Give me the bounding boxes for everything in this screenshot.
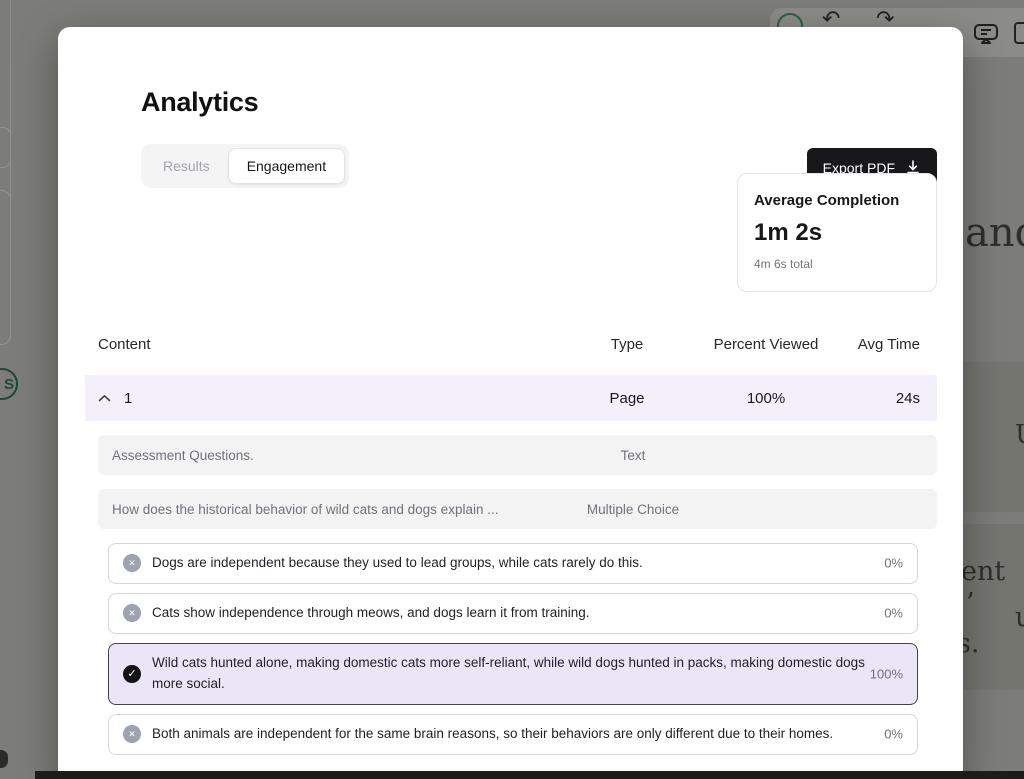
answer-option-percent: 0%: [884, 727, 903, 742]
answer-option-text: Dogs are independent because they used t…: [152, 553, 643, 574]
answer-option[interactable]: ✕ Dogs are independent because they used…: [108, 543, 918, 584]
answer-option-text: Both animals are independent for the sam…: [152, 724, 833, 745]
comment-icon[interactable]: [972, 20, 1000, 53]
answer-option-percent: 0%: [884, 606, 903, 621]
tab-engagement[interactable]: Engagement: [228, 148, 345, 184]
chevron-up-icon[interactable]: [98, 394, 111, 403]
summary-card-value: 1m 2s: [754, 219, 920, 247]
summary-card-subtext: 4m 6s total: [754, 257, 920, 271]
background-text-fragment: U: [1015, 420, 1024, 450]
modal-title: Analytics: [141, 87, 258, 118]
answer-option-text: Cats show independence through meows, an…: [152, 603, 590, 624]
question-row[interactable]: How does the historical behavior of wild…: [98, 489, 937, 529]
background-text-fragment: ’: [966, 588, 975, 619]
background-panel-box: [0, 127, 11, 168]
page-row[interactable]: 1 Page 100% 24s: [85, 375, 937, 421]
question-type: Multiple Choice: [533, 502, 733, 517]
page-row-avg-time: 24s: [835, 390, 937, 407]
header-avg-time: Avg Time: [835, 336, 937, 353]
clipped-toolbar-icon: [1014, 22, 1024, 44]
answer-option-text: Wild cats hunted alone, making domestic …: [152, 653, 867, 695]
header-content: Content: [85, 336, 557, 353]
page-row-index: 1: [124, 390, 132, 407]
question-label: How does the historical behavior of wild…: [98, 502, 533, 517]
answer-option-correct[interactable]: ✓ Wild cats hunted alone, making domesti…: [108, 643, 918, 705]
bottom-dark-bar: [35, 771, 1024, 779]
page-row-percent: 100%: [697, 390, 835, 407]
background-dark-pill: [0, 750, 8, 768]
correct-check-icon: ✓: [123, 665, 141, 683]
analytics-modal: Analytics Results Engagement Export PDF …: [58, 27, 963, 779]
tab-results[interactable]: Results: [145, 148, 228, 184]
answer-option[interactable]: ✕ Cats show independence through meows, …: [108, 593, 918, 634]
content-item-label: Assessment Questions.: [98, 448, 533, 463]
summary-card-title: Average Completion: [754, 192, 920, 209]
background-panel-box: [0, 190, 11, 345]
page-row-type: Page: [557, 390, 697, 407]
answer-option-percent: 100%: [870, 666, 903, 681]
answer-option-percent: 0%: [884, 556, 903, 571]
incorrect-x-icon: ✕: [123, 725, 141, 743]
background-text-fragment: u: [1015, 602, 1024, 633]
header-type: Type: [557, 336, 697, 353]
average-completion-card: Average Completion 1m 2s 4m 6s total: [737, 173, 937, 292]
table-header-row: Content Type Percent Viewed Avg Time: [85, 336, 937, 375]
background-text-fragment: ent: [961, 556, 1005, 587]
incorrect-x-icon: ✕: [123, 554, 141, 572]
background-grade-badge: S: [0, 368, 18, 400]
content-item-row[interactable]: Assessment Questions. Text: [98, 435, 937, 475]
analytics-tab-group: Results Engagement: [141, 144, 349, 188]
header-percent-viewed: Percent Viewed: [697, 336, 835, 353]
engagement-table: Content Type Percent Viewed Avg Time 1 P…: [85, 336, 937, 779]
incorrect-x-icon: ✕: [123, 604, 141, 622]
page-row-details: Assessment Questions. Text How does the …: [85, 421, 937, 779]
background-text-fragment: and: [965, 210, 1024, 256]
content-item-type: Text: [533, 448, 733, 463]
answer-option[interactable]: ✕ Both animals are independent for the s…: [108, 714, 918, 755]
